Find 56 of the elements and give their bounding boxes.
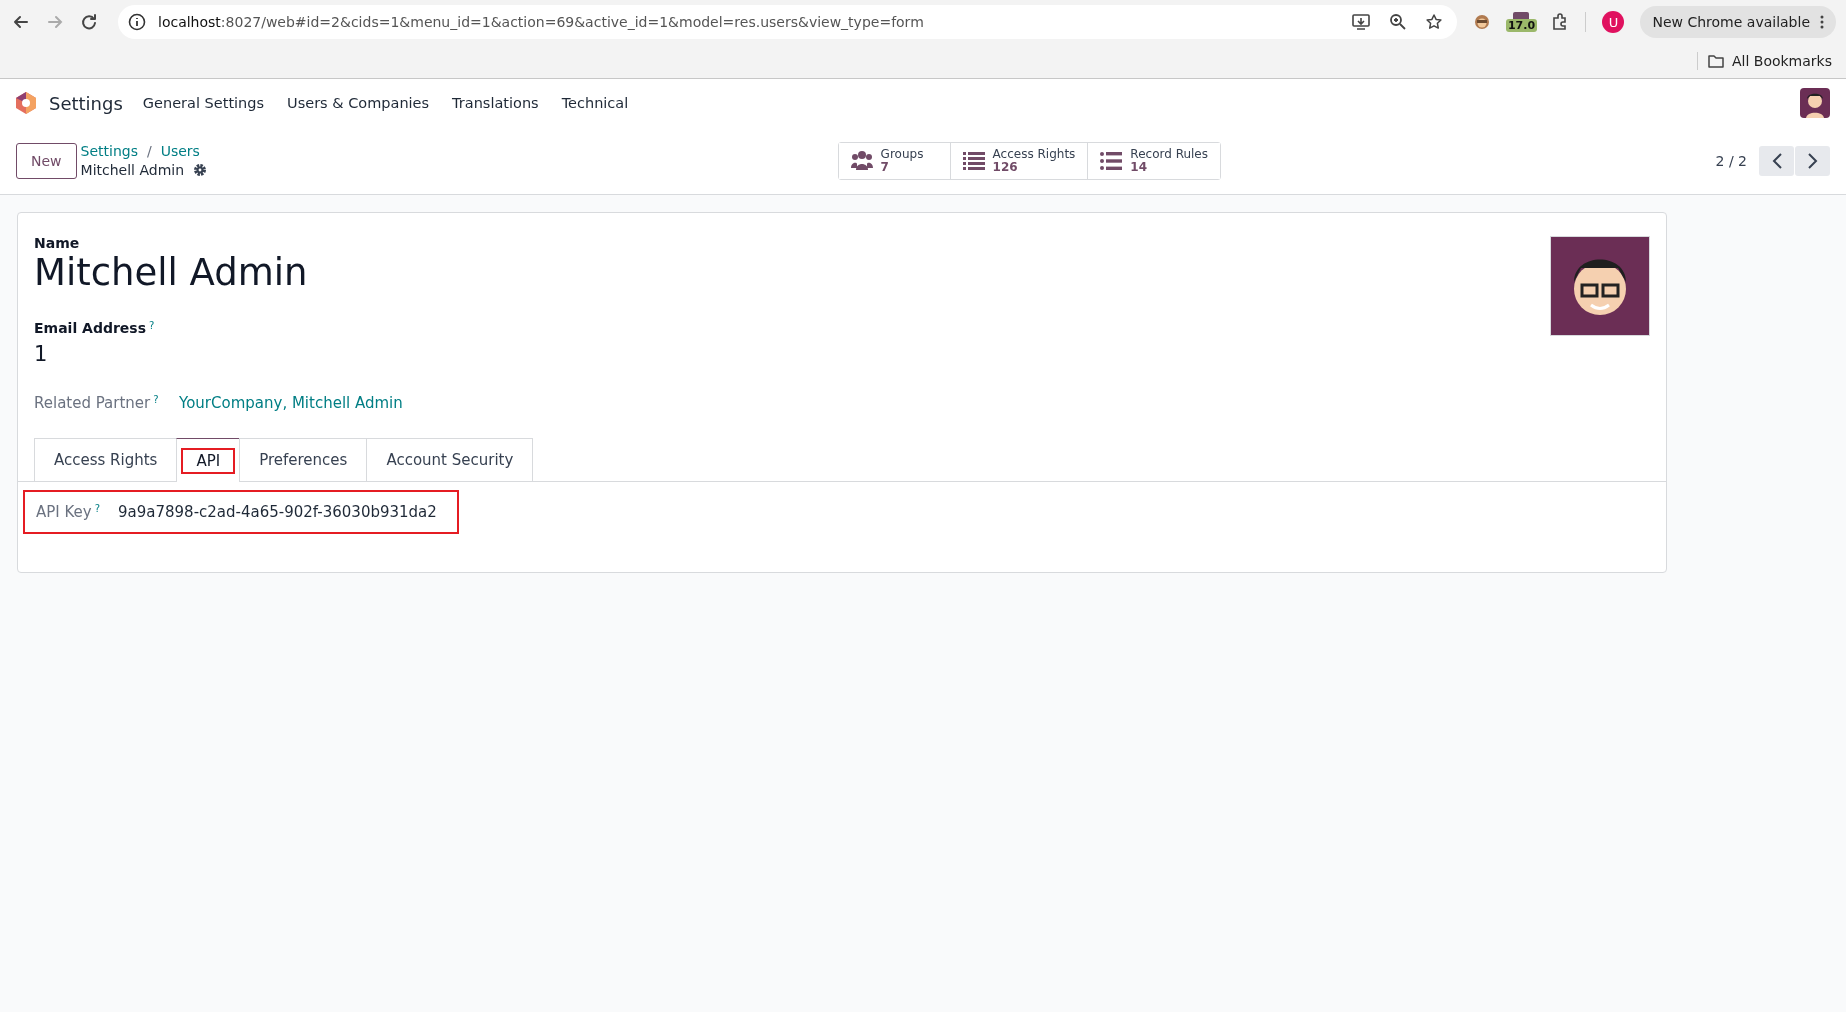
- tab[interactable]: Access Rights: [34, 438, 178, 481]
- tab[interactable]: API: [176, 438, 241, 482]
- bookmarks-button[interactable]: All Bookmarks: [1707, 53, 1832, 69]
- field-label: Name: [34, 235, 81, 251]
- menu-item[interactable]: Users & Companies: [287, 95, 430, 111]
- info-icon[interactable]: [128, 13, 146, 31]
- partner-link[interactable]: YourCompany, Mitchell Admin: [179, 394, 403, 412]
- field-label: API Key: [36, 503, 92, 521]
- record-name: Mitchell Admin: [80, 162, 185, 178]
- install-icon[interactable]: [1351, 13, 1372, 31]
- bookmark-star-icon[interactable]: [1425, 13, 1444, 31]
- profile-button[interactable]: U: [1602, 11, 1625, 33]
- previous-button[interactable]: [1759, 145, 1794, 176]
- stat-button[interactable]: Groups 7: [838, 142, 951, 179]
- user-avatar-icon[interactable]: [1800, 88, 1830, 118]
- more-icon[interactable]: [1820, 15, 1824, 29]
- help-tooltip[interactable]: ?: [153, 394, 159, 405]
- zoom-icon[interactable]: [1389, 13, 1408, 31]
- bulleted-list-icon: [1100, 149, 1123, 172]
- chevron-left-icon: [1770, 151, 1783, 170]
- help-tooltip[interactable]: ?: [149, 320, 155, 331]
- back-icon[interactable]: [12, 13, 30, 31]
- stat-value: 7: [880, 160, 889, 174]
- stat-label: Access Rights: [992, 147, 1076, 161]
- stat-label: Record Rules: [1130, 147, 1208, 161]
- menu-item[interactable]: General Settings: [142, 95, 265, 111]
- url-text[interactable]: localhost:8027/web#id=2&cids=1&menu_id=1&action=69&active_id=1&model=res.users&view_type=form: [158, 14, 924, 30]
- gear-icon[interactable]: [193, 163, 208, 177]
- breadcrumb-link[interactable]: Users: [160, 143, 200, 159]
- chevron-right-icon: [1806, 151, 1819, 170]
- breadcrumb-separator: /: [146, 143, 152, 159]
- name-value: Mitchell Admin: [34, 251, 309, 294]
- tab[interactable]: Account Security: [366, 438, 534, 481]
- stat-value: 126: [992, 160, 1019, 174]
- address-bar[interactable]: localhost:8027/web#id=2&cids=1&menu_id=1&action=69&active_id=1&model=res.users&view_type=form: [118, 5, 1458, 39]
- menu-item[interactable]: Translations: [452, 95, 539, 111]
- api-key-value: 9a9a7898-c2ad-4a65-902f-36030b931da2: [118, 503, 437, 521]
- folder-icon: [1707, 54, 1724, 68]
- email-value: 1: [34, 342, 49, 366]
- version-badge: 17.0: [1505, 19, 1538, 32]
- group-icon: [850, 149, 873, 172]
- update-button[interactable]: New Chrome available: [1640, 6, 1836, 38]
- field-label: Related Partner: [34, 394, 151, 412]
- new-button[interactable]: New: [16, 142, 77, 179]
- app-title[interactable]: Settings: [49, 92, 123, 114]
- next-button[interactable]: [1795, 145, 1830, 176]
- help-tooltip[interactable]: ?: [94, 503, 100, 514]
- stat-value: 14: [1130, 160, 1149, 174]
- pager-value: 2 / 2: [1715, 152, 1747, 169]
- stat-label: Groups: [880, 147, 924, 161]
- app-logo-icon[interactable]: [15, 91, 37, 115]
- list-icon: [962, 149, 985, 172]
- reload-icon[interactable]: [80, 13, 98, 31]
- field-label: Email Address: [34, 320, 146, 336]
- breadcrumb-link[interactable]: Settings: [80, 143, 138, 159]
- menu-item[interactable]: Technical: [561, 95, 629, 111]
